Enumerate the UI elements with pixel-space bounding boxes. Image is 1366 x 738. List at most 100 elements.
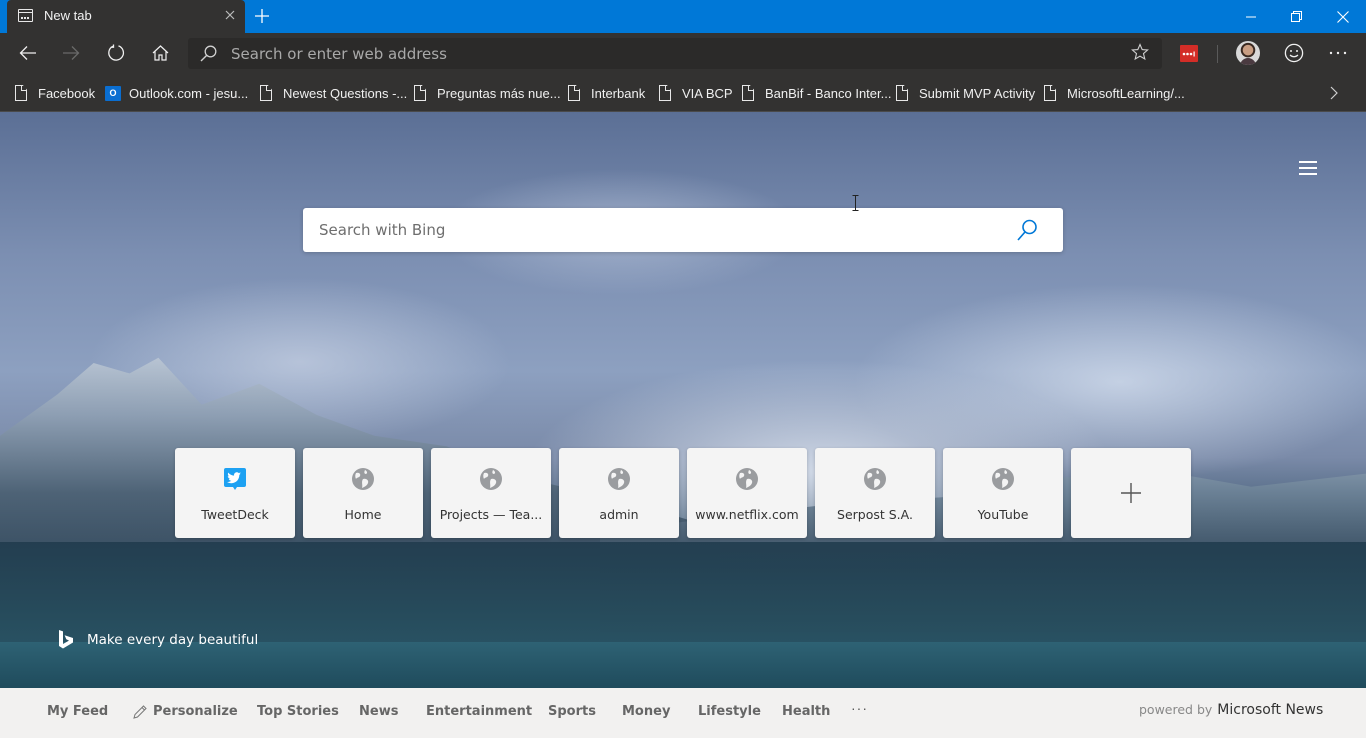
favorite-label: Preguntas más nue... — [437, 85, 561, 101]
bing-search-button[interactable] — [1015, 218, 1041, 244]
globe-icon — [480, 468, 502, 490]
favorite-label: Facebook — [38, 85, 96, 101]
hamburger-line — [1299, 173, 1317, 175]
star-icon — [1131, 43, 1149, 61]
bing-search-input[interactable] — [319, 208, 1009, 252]
quick-link-label: www.netflix.com — [695, 507, 799, 522]
news-tab-lifestyle[interactable]: Lifestyle — [698, 704, 761, 719]
globe-icon — [736, 468, 758, 490]
add-quick-link-button[interactable] — [1071, 448, 1191, 538]
avatar[interactable] — [1236, 41, 1260, 65]
background-image: TweetDeck Home Projects — Tea... admin w… — [0, 112, 1366, 688]
quick-link-tile[interactable]: Projects — Tea... — [431, 448, 551, 538]
news-tab-entertainment[interactable]: Entertainment — [426, 704, 532, 719]
forward-button[interactable] — [55, 37, 87, 69]
page-settings-button[interactable] — [1297, 157, 1321, 177]
restore-icon — [1290, 11, 1302, 22]
news-tab-health[interactable]: Health — [782, 704, 830, 719]
favorite-item[interactable]: BanBif - Banco Inter... — [742, 74, 891, 112]
favorite-label: Newest Questions -... — [283, 85, 408, 101]
image-tagline: Make every day beautiful — [87, 632, 259, 648]
news-tab-label: News — [359, 704, 399, 719]
favorite-label: Interbank — [591, 85, 646, 101]
document-icon — [659, 85, 671, 101]
close-window-button[interactable] — [1320, 0, 1366, 33]
news-tab-my-feed[interactable]: My Feed — [47, 704, 108, 719]
news-tab-label: Personalize — [153, 704, 238, 719]
favorite-item[interactable]: Facebook — [15, 74, 95, 112]
news-tab-sports[interactable]: Sports — [548, 704, 596, 719]
globe-icon — [992, 468, 1014, 490]
tab-new-tab[interactable]: New tab — [7, 0, 245, 33]
new-tab-button[interactable] — [250, 2, 274, 30]
quick-link-label: Home — [344, 507, 382, 522]
quick-link-tile[interactable]: www.netflix.com — [687, 448, 807, 538]
globe-icon — [608, 468, 630, 490]
favorite-item[interactable]: Newest Questions -... — [260, 74, 407, 112]
minimize-button[interactable] — [1228, 0, 1274, 33]
favorite-item[interactable]: MicrosoftLearning/... — [1044, 74, 1185, 112]
lastpass-extension-button[interactable] — [1180, 45, 1198, 62]
minimize-icon — [1245, 16, 1256, 18]
feedback-button[interactable] — [1278, 37, 1310, 69]
news-tab-label: Entertainment — [426, 704, 533, 719]
address-bar[interactable] — [188, 38, 1162, 69]
news-tab-label: Health — [782, 704, 831, 719]
refresh-icon — [108, 44, 125, 61]
favorites-bar: Facebook O Outlook.com - jesu... Newest … — [0, 74, 1366, 112]
settings-more-button[interactable] — [1322, 37, 1354, 69]
document-icon — [1044, 85, 1056, 101]
refresh-button[interactable] — [100, 37, 132, 69]
navigation-toolbar — [0, 33, 1366, 74]
quick-links: TweetDeck Home Projects — Tea... admin w… — [175, 448, 1191, 538]
quick-link-tile[interactable]: Serpost S.A. — [815, 448, 935, 538]
favorite-item[interactable]: VIA BCP — [659, 74, 733, 112]
address-input[interactable] — [231, 38, 1111, 69]
favorite-label: Outlook.com - jesu... — [129, 85, 249, 101]
ellipsis-icon — [1329, 51, 1347, 55]
bing-search-box[interactable] — [303, 208, 1063, 252]
bing-logo-icon — [59, 630, 73, 649]
globe-icon — [352, 468, 374, 490]
document-icon — [742, 85, 754, 101]
home-icon — [152, 45, 168, 61]
restore-button[interactable] — [1273, 0, 1319, 33]
tweetdeck-icon — [224, 468, 246, 490]
document-icon — [15, 85, 27, 101]
quick-link-label: admin — [599, 507, 639, 522]
smiley-icon — [1284, 43, 1304, 63]
news-tab-money[interactable]: Money — [622, 704, 670, 719]
back-button[interactable] — [12, 37, 44, 69]
globe-icon — [864, 468, 886, 490]
news-tab-top-stories[interactable]: Top Stories — [257, 704, 339, 719]
close-tab-button[interactable] — [225, 6, 235, 26]
news-tab-label: Money — [622, 704, 671, 719]
microsoft-news-link[interactable]: Microsoft News — [1217, 702, 1323, 718]
favorite-label: BanBif - Banco Inter... — [765, 85, 892, 101]
favorite-item[interactable]: O Outlook.com - jesu... — [105, 74, 248, 112]
plus-icon — [255, 9, 269, 23]
news-feed-bar: My Feed Personalize Top Stories News Ent… — [0, 688, 1366, 738]
home-button[interactable] — [144, 37, 176, 69]
favorites-overflow-button[interactable] — [1330, 74, 1338, 112]
quick-link-tile[interactable]: TweetDeck — [175, 448, 295, 538]
pencil-icon — [133, 704, 147, 719]
hamburger-menu-icon — [1299, 161, 1317, 163]
news-tab-news[interactable]: News — [359, 704, 398, 719]
add-favorite-button[interactable] — [1131, 43, 1149, 66]
toolbar-divider — [1217, 45, 1218, 63]
favorite-item[interactable]: Preguntas más nue... — [414, 74, 561, 112]
quick-link-tile[interactable]: Home — [303, 448, 423, 538]
news-more-button[interactable]: ··· — [851, 700, 868, 716]
quick-link-tile[interactable]: YouTube — [943, 448, 1063, 538]
image-info-link[interactable]: Make every day beautiful — [58, 630, 258, 650]
quick-link-tile[interactable]: admin — [559, 448, 679, 538]
news-tab-personalize[interactable]: Personalize — [133, 704, 238, 719]
close-icon — [225, 10, 235, 20]
favorite-item[interactable]: Submit MVP Activity — [896, 74, 1035, 112]
favorite-item[interactable]: Interbank — [568, 74, 645, 112]
quick-link-label: YouTube — [977, 507, 1029, 522]
title-bar: New tab — [0, 0, 1366, 33]
tab-title: New tab — [44, 8, 92, 23]
chevron-right-icon — [1330, 86, 1338, 100]
